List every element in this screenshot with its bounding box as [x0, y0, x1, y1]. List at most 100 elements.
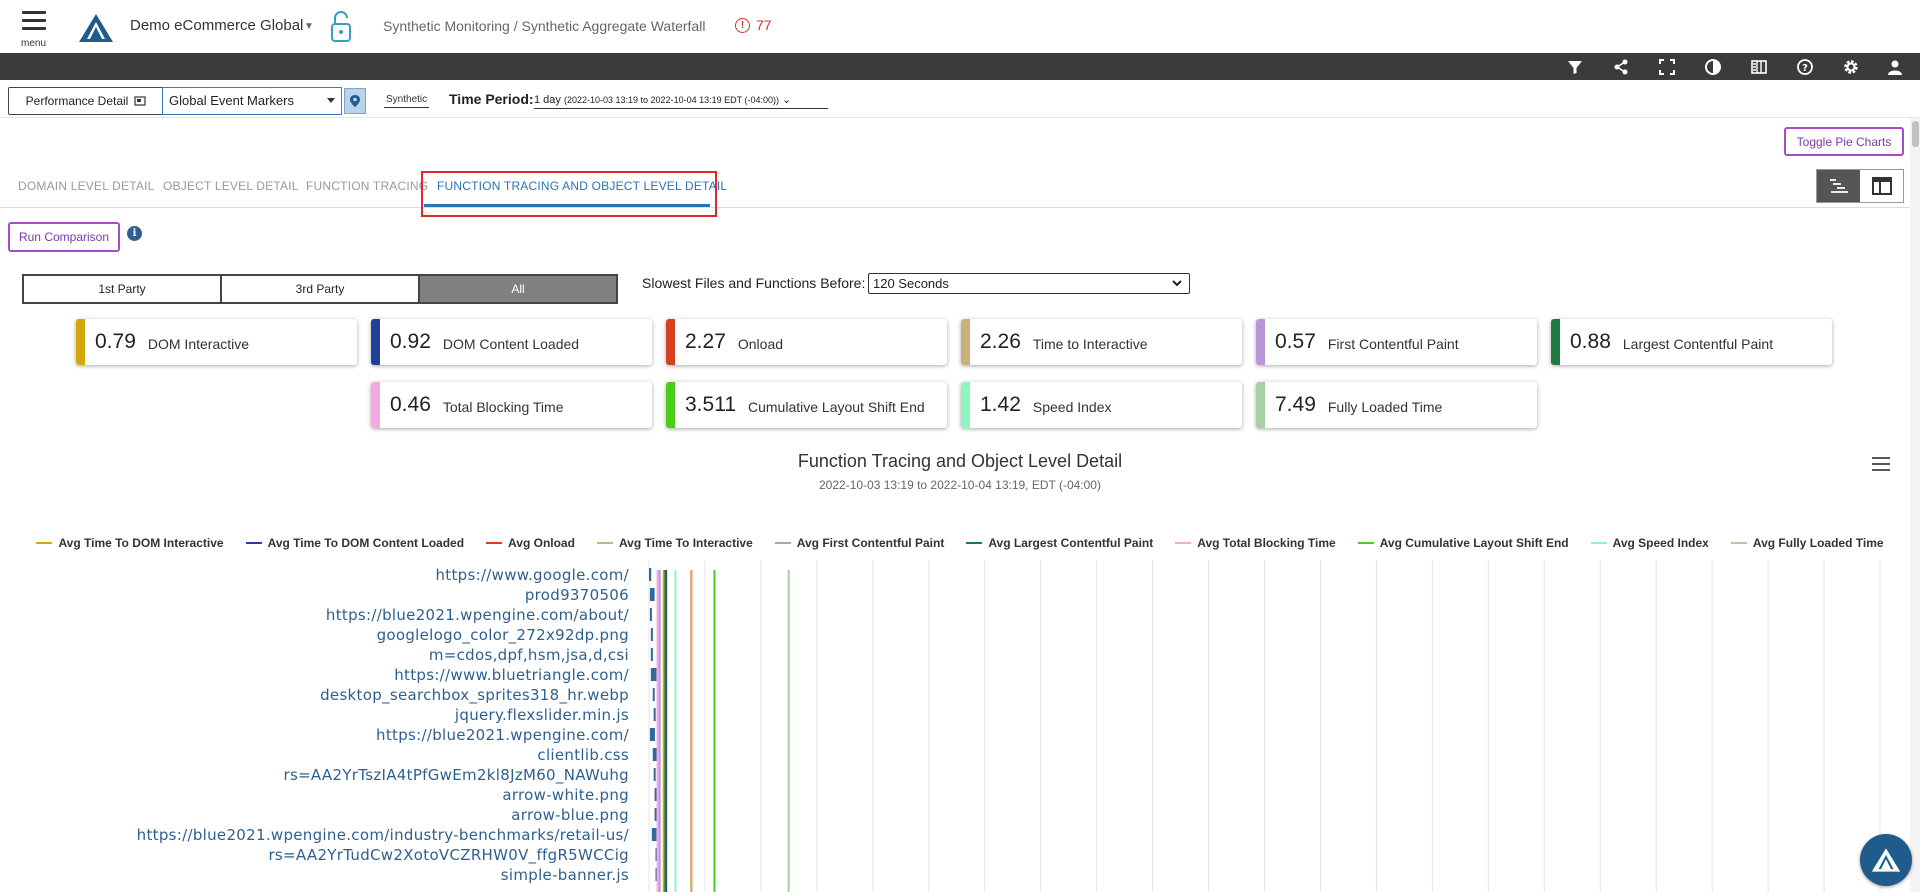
waterfall-bar[interactable] — [649, 608, 652, 621]
user-icon[interactable] — [1886, 58, 1904, 76]
page-icon — [134, 95, 146, 106]
tab-domain-level-detail[interactable]: DOMAIN LEVEL DETAIL — [18, 179, 155, 193]
category-label: https://www.google.com/ — [435, 566, 629, 584]
category-label: desktop_searchbox_sprites318_hr.webp — [320, 686, 629, 705]
legend-label: Avg Time To DOM Content Loaded — [267, 536, 465, 550]
legend-swatch — [245, 542, 262, 544]
unlocked-icon[interactable] — [330, 10, 354, 44]
waterfall-bar[interactable] — [650, 668, 657, 681]
time-period-label: Time Period: — [449, 91, 534, 107]
metric-label: Total Blocking Time — [442, 399, 564, 415]
metric-card-total-blocking-time: 0.46 Total Blocking Time — [371, 382, 652, 428]
legend-item[interactable]: Avg Speed Index — [1590, 536, 1709, 550]
chevron-down-icon — [1172, 280, 1182, 287]
slowest-files-select[interactable]: 120 Seconds — [868, 273, 1190, 294]
toggle-pie-charts-button[interactable]: Toggle Pie Charts — [1784, 127, 1904, 156]
waterfall-bar[interactable] — [653, 768, 656, 781]
legend-label: Avg Largest Contentful Paint — [988, 536, 1154, 550]
tab-object-level-detail[interactable]: OBJECT LEVEL DETAIL — [163, 179, 299, 193]
share-icon[interactable] — [1612, 58, 1630, 76]
assistant-button[interactable] — [1860, 834, 1912, 886]
scrollbar-thumb[interactable] — [1912, 121, 1919, 147]
legend-item[interactable]: Avg Time To Interactive — [596, 536, 753, 550]
info-icon[interactable]: i — [127, 226, 142, 241]
metric-value: 7.49 — [1275, 393, 1316, 416]
waterfall-bar[interactable] — [649, 728, 655, 741]
legend-swatch — [1175, 542, 1192, 544]
waterfall-bar[interactable] — [652, 748, 657, 761]
metric-value: 3.511 — [685, 393, 736, 416]
menu-button[interactable]: menu — [20, 11, 48, 49]
legend-item[interactable]: Avg Onload — [486, 536, 575, 550]
legend-item[interactable]: Avg Fully Loaded Time — [1730, 536, 1884, 550]
waterfall-bar[interactable] — [652, 688, 655, 701]
waterfall-bar[interactable] — [649, 588, 655, 601]
category-label: clientlib.css — [537, 746, 629, 764]
legend-label: Avg First Contentful Paint — [796, 536, 945, 550]
chevron-down-icon[interactable]: ▼ — [304, 21, 314, 32]
tab-function-tracing[interactable]: FUNCTION TRACING — [306, 179, 428, 193]
legend-swatch — [486, 542, 503, 544]
metric-color-stripe — [76, 319, 85, 365]
metric-color-stripe — [371, 319, 380, 365]
legend-item[interactable]: Avg Total Blocking Time — [1175, 536, 1336, 550]
fullscreen-icon[interactable] — [1658, 58, 1676, 76]
waterfall-bar[interactable] — [649, 568, 652, 581]
waterfall-bar[interactable] — [653, 708, 656, 721]
blue-triangle-logo-icon[interactable] — [78, 13, 114, 43]
contrast-icon[interactable] — [1704, 58, 1722, 76]
legend-item[interactable]: Avg Time To DOM Interactive — [36, 536, 224, 550]
waterfall-bar[interactable] — [650, 628, 653, 641]
waterfall-bar[interactable] — [651, 828, 657, 841]
performance-detail-button[interactable]: Performance Detail — [8, 87, 164, 115]
filter-icon[interactable] — [1566, 58, 1584, 76]
legend-item[interactable]: Avg Cumulative Layout Shift End — [1357, 536, 1569, 550]
alerts-indicator[interactable]: ! 77 — [735, 17, 772, 33]
app-selector[interactable]: Demo eCommerce Global — [130, 17, 303, 34]
legend-swatch — [1590, 542, 1607, 544]
time-period-select[interactable]: 1 day (2022-10-03 13:19 to 2022-10-04 13… — [534, 93, 828, 109]
chart-menu-button[interactable] — [1872, 457, 1890, 473]
metric-card-first-contentful-paint: 0.57 First Contentful Paint — [1256, 319, 1537, 365]
event-markers-select[interactable]: Global Event Markers — [162, 87, 342, 115]
chart-legend: Avg Time To DOM Interactive Avg Time To D… — [0, 536, 1920, 550]
metric-card-dom-content-loaded: 0.92 DOM Content Loaded — [371, 319, 652, 365]
synthetic-tag[interactable]: Synthetic — [384, 94, 430, 108]
metric-color-stripe — [1551, 319, 1560, 365]
detail-tabs: DOMAIN LEVEL DETAIL OBJECT LEVEL DETAIL … — [0, 170, 1920, 208]
caret-down-icon — [327, 98, 335, 103]
legend-swatch — [1357, 542, 1374, 544]
waterfall-view-button[interactable] — [1817, 170, 1860, 202]
columns-icon[interactable] — [1750, 58, 1768, 76]
legend-item[interactable]: Avg First Contentful Paint — [774, 536, 945, 550]
time-period-range: (2022-10-03 13:19 to 2022-10-04 13:19 ED… — [563, 95, 779, 105]
blue-triangle-logo-icon — [1871, 848, 1901, 872]
waterfall-icon — [1829, 179, 1848, 193]
run-comparison-button[interactable]: Run Comparison — [8, 222, 120, 252]
legend-item[interactable]: Avg Largest Contentful Paint — [966, 536, 1153, 550]
legend-label: Avg Time To Interactive — [618, 536, 753, 550]
all-party-button[interactable]: All — [420, 276, 616, 302]
legend-label: Avg Time To DOM Interactive — [58, 536, 224, 550]
top-header: menu Demo eCommerce Global ▼ Synthetic M… — [0, 0, 1920, 53]
waterfall-bar[interactable] — [650, 648, 653, 661]
waterfall-bar[interactable] — [654, 788, 657, 801]
metric-value: 0.46 — [390, 393, 431, 416]
category-label: arrow-white.png — [502, 786, 629, 804]
legend-swatch — [774, 542, 791, 544]
legend-item[interactable]: Avg Time To DOM Content Loaded — [245, 536, 465, 550]
third-party-button[interactable]: 3rd Party — [222, 276, 420, 302]
slowest-files-value: 120 Seconds — [873, 276, 949, 291]
layout-view-button[interactable] — [1860, 170, 1903, 202]
breadcrumb: Synthetic Monitoring / Synthetic Aggrega… — [383, 18, 706, 34]
page-scrollbar[interactable] — [1910, 118, 1920, 892]
view-toggle — [1816, 169, 1904, 203]
gear-icon[interactable] — [1842, 58, 1860, 76]
location-pin-button[interactable] — [344, 88, 366, 114]
category-label: https://blue2021.wpengine.com/about/ — [326, 606, 630, 624]
waterfall-bar[interactable] — [654, 808, 657, 821]
first-party-button[interactable]: 1st Party — [24, 276, 222, 302]
metric-color-stripe — [371, 382, 380, 428]
help-icon[interactable]: ? — [1796, 58, 1814, 76]
metric-color-stripe — [1256, 319, 1265, 365]
